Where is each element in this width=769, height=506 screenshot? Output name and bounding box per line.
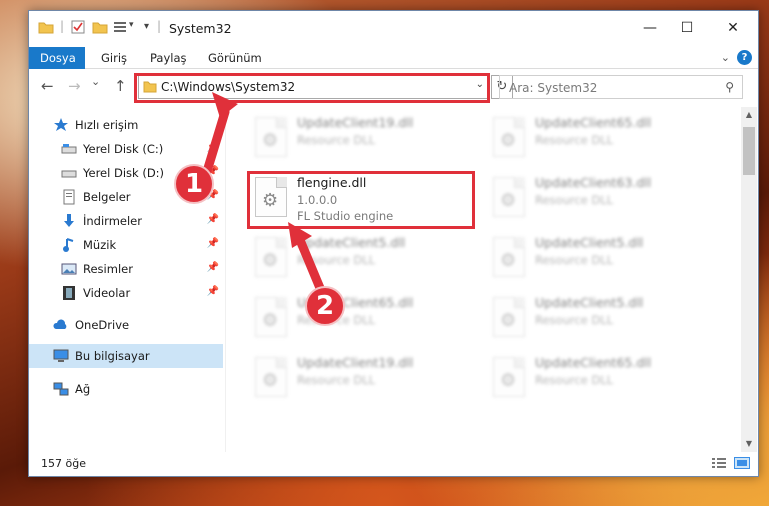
callout-arrows xyxy=(200,92,330,305)
arrow-1-head-icon xyxy=(212,92,238,118)
step-1-badge: 1 xyxy=(174,164,214,204)
step-2-badge: 2 xyxy=(305,286,345,326)
arrow-1-icon xyxy=(200,107,230,183)
